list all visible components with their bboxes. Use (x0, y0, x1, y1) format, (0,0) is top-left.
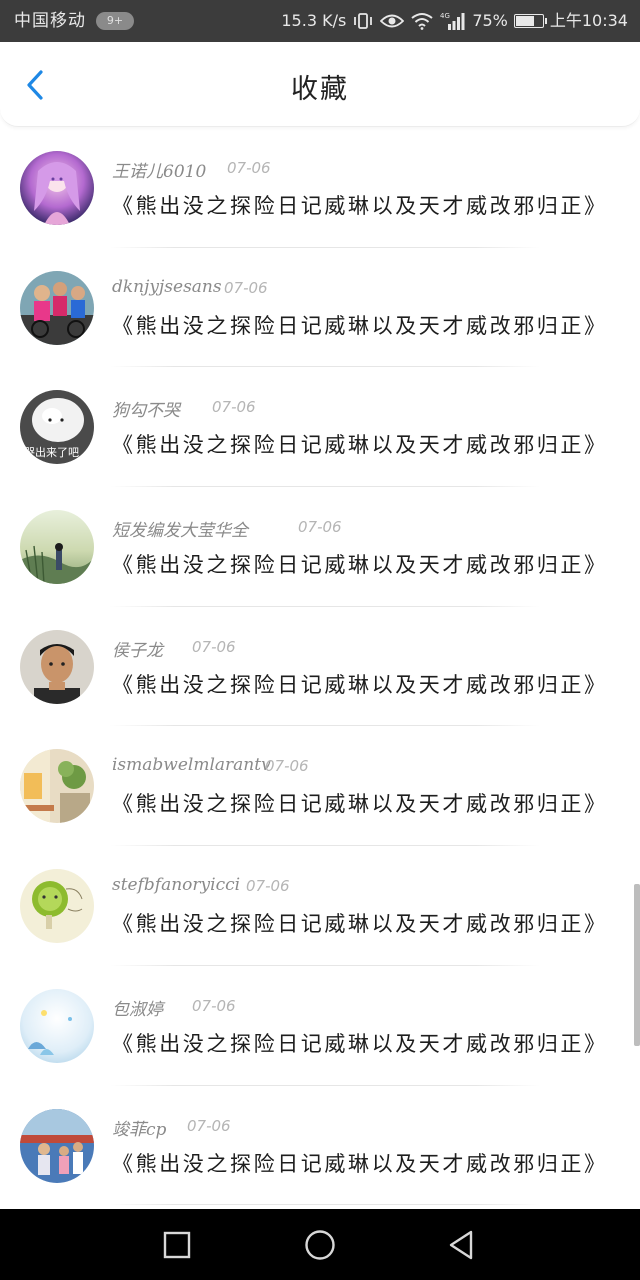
list-item[interactable]: 哭出来了吧 狗勾不哭 07-06 《熊出没之探险日记威琳以及天才威改邪归正》 (0, 367, 640, 487)
username[interactable]: stefbfanoryicci (112, 875, 240, 895)
avatar-caption: 哭出来了吧 (24, 445, 79, 459)
list-item[interactable]: 竣菲cp 07-06 《熊出没之探险日记威琳以及天才威改邪归正》 (0, 1086, 640, 1206)
net-speed: 15.3 K/s (281, 11, 347, 30)
status-bar: 中国移动 9+ 15.3 K/s 4G 75% 上午10:34 (0, 0, 640, 42)
recent-apps-icon (163, 1231, 191, 1259)
wifi-icon (410, 12, 434, 30)
username[interactable]: 狗勾不哭 (112, 396, 180, 421)
nav-back-button[interactable] (442, 1226, 480, 1264)
notification-badge: 9+ (96, 12, 134, 30)
avatar[interactable] (20, 270, 94, 345)
page-title: 收藏 (291, 74, 349, 105)
avatar[interactable] (20, 749, 94, 824)
list-item[interactable]: 包淑婷 07-06 《熊出没之探险日记威琳以及天才威改邪归正》 (0, 966, 640, 1086)
favorite-title[interactable]: 《熊出没之探险日记威琳以及天才威改邪归正》 (112, 1148, 622, 1178)
avatar[interactable] (20, 869, 94, 944)
favorite-title[interactable]: 《熊出没之探险日记威琳以及天才威改邪归正》 (112, 549, 622, 579)
avatar[interactable] (20, 1108, 94, 1183)
home-button[interactable] (301, 1226, 339, 1264)
carrier-name: 中国移动 (14, 11, 86, 31)
signal-icon: 4G (440, 11, 466, 31)
home-icon (305, 1230, 335, 1260)
username[interactable]: 短发编发大莹华全 (112, 516, 248, 541)
date: 07-06 (298, 518, 342, 537)
list-item[interactable]: 侯子龙 07-06 《熊出没之探险日记威琳以及天才威改邪归正》 (0, 607, 640, 727)
date: 07-06 (192, 637, 236, 656)
date: 07-06 (187, 1116, 231, 1135)
back-icon (449, 1230, 473, 1260)
username[interactable]: 包淑婷 (112, 995, 163, 1020)
list-item[interactable]: ismabwelmlarantv 07-06 《熊出没之探险日记威琳以及天才威改… (0, 726, 640, 846)
status-left: 中国移动 9+ (14, 0, 134, 42)
username[interactable]: ismabwelmlarantv (112, 755, 271, 775)
favorite-title[interactable]: 《熊出没之探险日记威琳以及天才威改邪归正》 (112, 669, 622, 699)
favorite-title[interactable]: 《熊出没之探险日记威琳以及天才威改邪归正》 (112, 310, 622, 340)
avatar[interactable] (20, 510, 94, 585)
favorites-list: 王诺儿6010 07-06 《熊出没之探险日记威琳以及天才威改邪归正》 dknj… (0, 128, 640, 1205)
network-type-label: 4G (440, 12, 450, 20)
battery-percent: 75% (472, 11, 508, 30)
list-item[interactable]: 王诺儿6010 07-06 《熊出没之探险日记威琳以及天才威改邪归正》 (0, 128, 640, 248)
avatar[interactable]: 哭出来了吧 (20, 390, 94, 465)
navigation-bar (0, 1209, 640, 1280)
recent-apps-button[interactable] (158, 1226, 196, 1264)
favorite-title[interactable]: 《熊出没之探险日记威琳以及天才威改邪归正》 (112, 190, 622, 220)
status-right: 15.3 K/s 4G 75% 上午10:34 (281, 0, 628, 42)
list-item[interactable]: 短发编发大莹华全 07-06 《熊出没之探险日记威琳以及天才威改邪归正》 (0, 487, 640, 607)
favorite-title[interactable]: 《熊出没之探险日记威琳以及天才威改邪归正》 (112, 788, 622, 818)
header: 收藏 (0, 42, 640, 127)
date: 07-06 (246, 877, 290, 896)
avatar[interactable] (20, 988, 94, 1063)
date: 07-06 (227, 159, 271, 177)
clock: 上午10:34 (549, 11, 628, 30)
date: 07-06 (192, 996, 236, 1015)
date: 07-06 (212, 398, 256, 417)
username[interactable]: 竣菲cp (112, 1115, 166, 1140)
avatar[interactable] (20, 151, 94, 225)
battery-icon (513, 14, 547, 28)
battery-fill (515, 16, 534, 26)
eye-icon (380, 13, 405, 29)
favorite-title[interactable]: 《熊出没之探险日记威琳以及天才威改邪归正》 (112, 429, 622, 459)
vibrate-icon (352, 12, 374, 30)
date: 07-06 (224, 278, 268, 297)
username[interactable]: 王诺儿6010 (112, 157, 206, 182)
favorite-title[interactable]: 《熊出没之探险日记威琳以及天才威改邪归正》 (112, 1028, 622, 1058)
username[interactable]: dknjyjsesans (112, 277, 222, 297)
list-item[interactable]: dknjyjsesans 07-06 《熊出没之探险日记威琳以及天才威改邪归正》 (0, 248, 640, 368)
avatar[interactable] (20, 629, 94, 704)
favorite-title[interactable]: 《熊出没之探险日记威琳以及天才威改邪归正》 (112, 908, 622, 938)
date: 07-06 (265, 757, 309, 776)
scrollbar[interactable] (634, 884, 640, 1046)
list-item[interactable]: stefbfanoryicci 07-06 《熊出没之探险日记威琳以及天才威改邪… (0, 846, 640, 966)
username[interactable]: 侯子龙 (112, 636, 163, 661)
